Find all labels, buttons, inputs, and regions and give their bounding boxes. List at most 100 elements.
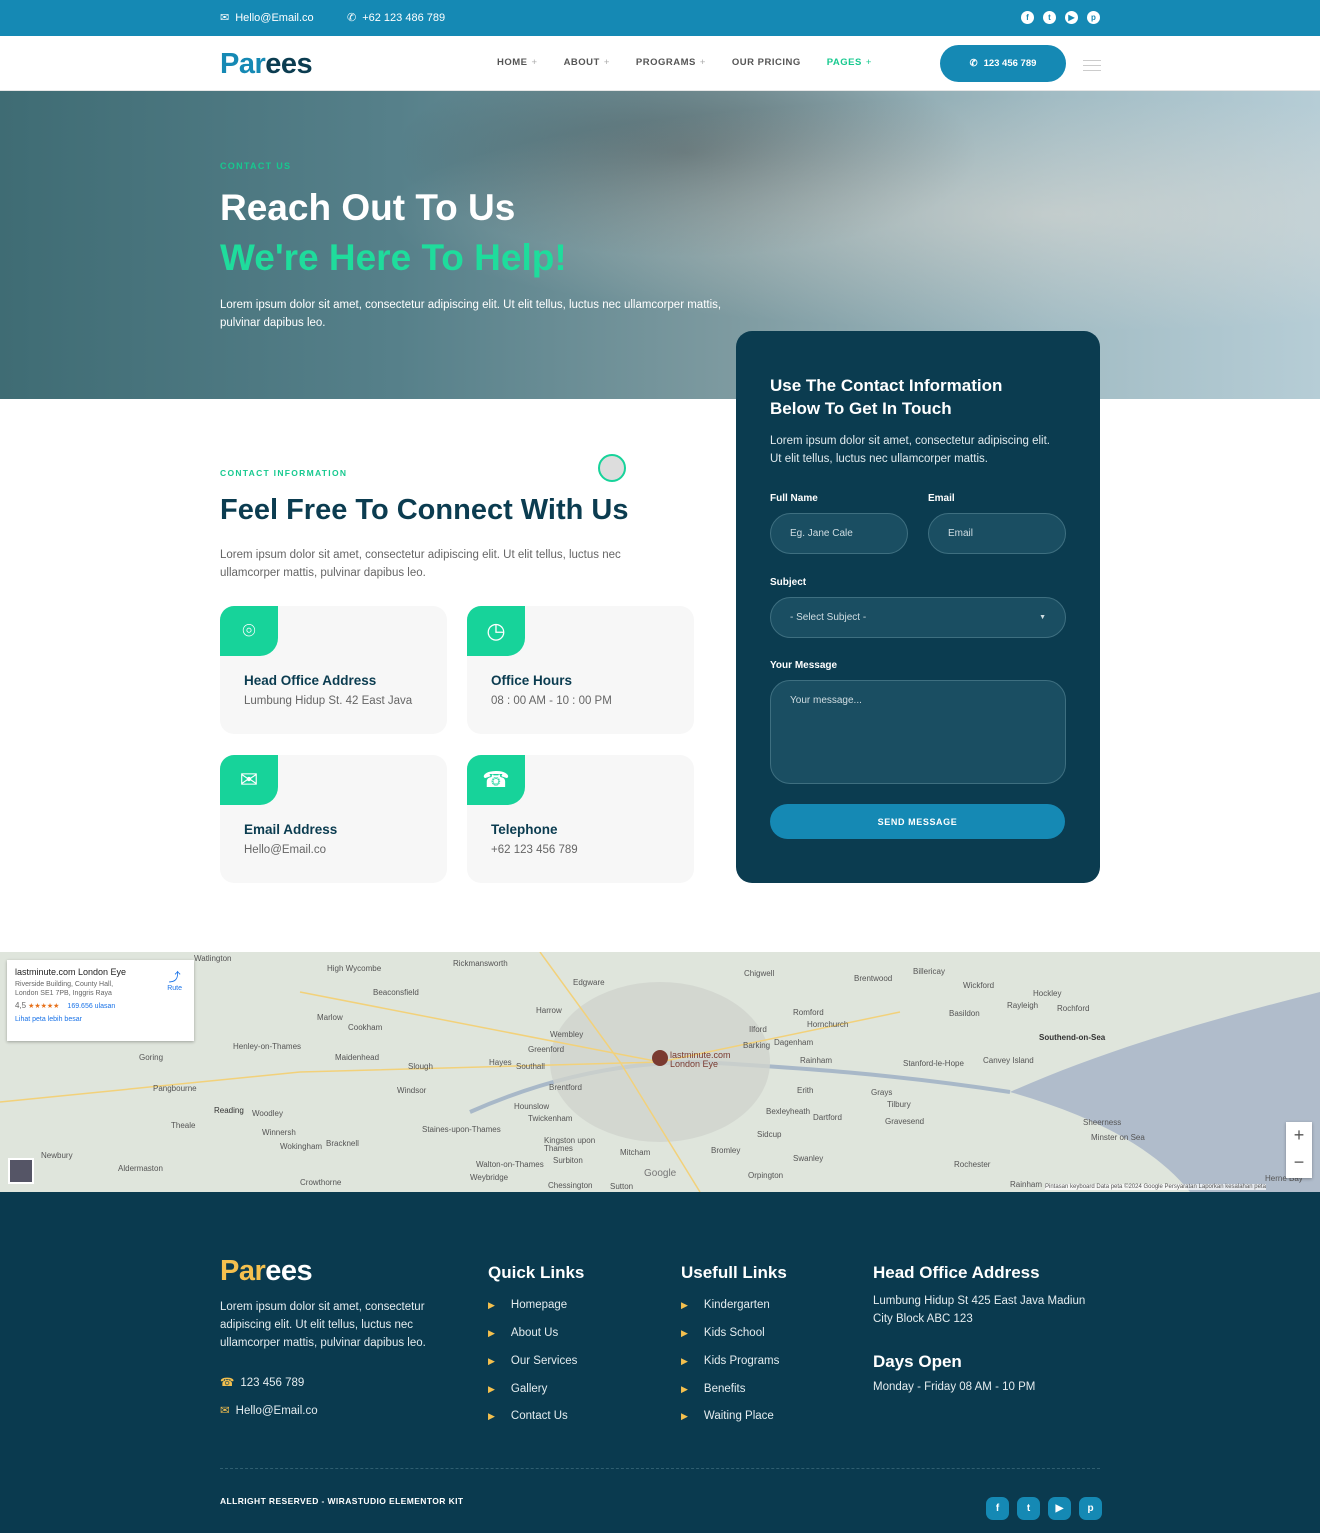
- top-email-text: Hello@Email.co: [235, 11, 314, 24]
- link-label: Our Services: [510, 1355, 578, 1367]
- map-label: Rayleigh: [1007, 1001, 1039, 1010]
- map-label: Wembley: [550, 1030, 584, 1039]
- caret-right-icon: ▶: [681, 1300, 688, 1310]
- map-label: Sheerness: [1083, 1118, 1122, 1127]
- subject-value: - Select Subject -: [790, 612, 867, 623]
- useful-link[interactable]: ▶ Kindergarten: [681, 1299, 770, 1311]
- telephone-icon: ☎: [467, 755, 525, 805]
- map-label: Goring: [139, 1053, 164, 1062]
- quick-link[interactable]: ▶ About Us: [488, 1327, 558, 1339]
- quick-link[interactable]: ▶ Homepage: [488, 1299, 567, 1311]
- full-name-input[interactable]: Eg. Jane Cale: [770, 513, 908, 554]
- facebook-icon[interactable]: f: [1021, 11, 1034, 24]
- caret-right-icon: ▶: [488, 1356, 495, 1366]
- nav-label: HOME: [497, 57, 528, 68]
- youtube-icon[interactable]: ▶: [1048, 1497, 1071, 1520]
- map-label: Hockley: [1033, 989, 1062, 998]
- top-email[interactable]: ✉ Hello@Email.co: [220, 11, 314, 25]
- map-label: Woodley: [252, 1109, 283, 1118]
- link-label: Contact Us: [510, 1410, 568, 1422]
- map-attribution[interactable]: Pintasan keyboard Data peta ©2024 Google…: [1045, 1184, 1266, 1190]
- nav-programs[interactable]: PROGRAMS +: [636, 57, 706, 68]
- hamburger-menu-icon[interactable]: [1083, 56, 1101, 75]
- envelope-icon: ✉: [220, 12, 230, 24]
- map-label: Staines-upon-Thames: [422, 1125, 501, 1134]
- map-label: Henley-on-Thames: [233, 1042, 302, 1051]
- logo[interactable]: Parees: [220, 48, 313, 81]
- map-label: Dartford: [813, 1113, 842, 1122]
- contact-text: Lorem ipsum dolor sit amet, consectetur …: [220, 549, 621, 579]
- map-label: Barking: [743, 1041, 771, 1050]
- map-label: Greenford: [528, 1045, 565, 1054]
- nav-home[interactable]: HOME +: [497, 57, 538, 68]
- quick-link[interactable]: ▶ Our Services: [488, 1355, 577, 1367]
- map-label: Winnersh: [262, 1128, 296, 1137]
- footer-email[interactable]: Hello@Email.co: [236, 1405, 318, 1417]
- hero-text: Lorem ipsum dolor sit amet, consectetur …: [220, 299, 722, 329]
- zoom-out-button[interactable]: −: [1286, 1149, 1312, 1176]
- satellite-toggle[interactable]: [8, 1158, 34, 1184]
- facebook-icon[interactable]: f: [986, 1497, 1009, 1520]
- map-label: Canvey Island: [983, 1056, 1034, 1065]
- map[interactable]: Watlington High Wycombe Rickmansworth Ed…: [0, 952, 1320, 1192]
- map-label: Hornchurch: [807, 1020, 849, 1029]
- top-phone[interactable]: ✆ +62 123 486 789: [347, 11, 445, 25]
- message-textarea[interactable]: Your message...: [770, 680, 1066, 784]
- google-logo: Google: [644, 1168, 677, 1179]
- map-label: Beaconsfield: [373, 988, 419, 997]
- call-button[interactable]: ✆ 123 456 789: [940, 45, 1066, 82]
- map-label: Brentwood: [854, 974, 893, 983]
- youtube-icon[interactable]: ▶: [1065, 11, 1078, 24]
- info-card-telephone: ☎ Telephone +62 123 456 789: [467, 755, 694, 883]
- map-label: Wokingham: [280, 1142, 323, 1151]
- map-marker-label[interactable]: lastminute.com London Eye: [670, 1051, 750, 1069]
- useful-link[interactable]: ▶ Waiting Place: [681, 1410, 774, 1422]
- info-card-address: ⌾ Head Office Address Lumbung Hidup St. 42…: [220, 606, 447, 734]
- pinterest-icon[interactable]: p: [1087, 11, 1100, 24]
- useful-link[interactable]: ▶ Kids Programs: [681, 1355, 779, 1367]
- phone-icon: ✆: [969, 58, 978, 69]
- twitter-icon[interactable]: t: [1017, 1497, 1040, 1520]
- map-label: Bromley: [711, 1146, 741, 1155]
- caret-right-icon: ▶: [681, 1384, 688, 1394]
- nav-pages[interactable]: PAGES +: [827, 57, 872, 68]
- useful-link[interactable]: ▶ Benefits: [681, 1383, 745, 1395]
- pinterest-icon[interactable]: p: [1079, 1497, 1102, 1520]
- contact-form-card: Use The Contact Information Below To Get…: [736, 331, 1100, 883]
- info-value: Hello@Email.co: [244, 844, 326, 856]
- zoom-controls: + −: [1286, 1122, 1312, 1178]
- nav-label: PAGES: [826, 57, 862, 68]
- main-nav: Parees HOME + ABOUT + PROGRAMS + OUR PRICIN…: [0, 36, 1320, 91]
- info-value: Lumbung Hidup St. 42 East Java: [244, 695, 413, 707]
- map-label: Cookham: [348, 1023, 383, 1032]
- days-open-title: Days Open: [873, 1352, 962, 1371]
- send-message-button[interactable]: SEND MESSAGE: [770, 804, 1065, 839]
- link-label: Kids School: [703, 1327, 765, 1339]
- subject-select[interactable]: - Select Subject - ▼: [770, 597, 1066, 638]
- subject-label: Subject: [770, 577, 807, 588]
- map-label: Mitcham: [620, 1148, 651, 1157]
- email-input[interactable]: Email: [928, 513, 1066, 554]
- email-icon: ✉: [220, 1405, 230, 1417]
- twitter-icon[interactable]: t: [1043, 11, 1056, 24]
- useful-link[interactable]: ▶ Kids School: [681, 1327, 765, 1339]
- place-reviews[interactable]: 169.656 ulasan: [67, 1003, 115, 1010]
- map-label: Chigwell: [744, 969, 775, 978]
- contact-eyebrow: CONTACT INFORMATION: [220, 468, 348, 478]
- nav-about[interactable]: ABOUT +: [564, 57, 610, 68]
- footer-phone[interactable]: 123 456 789: [240, 1377, 304, 1389]
- directions-icon: ⤴: [168, 970, 181, 984]
- nav-pricing[interactable]: OUR PRICING: [732, 57, 801, 68]
- footer-logo[interactable]: Parees: [220, 1255, 313, 1288]
- quick-link[interactable]: ▶ Gallery: [488, 1383, 547, 1395]
- zoom-in-button[interactable]: +: [1286, 1122, 1312, 1149]
- directions-button[interactable]: ⤴ Rute: [167, 968, 182, 992]
- map-label: Hounslow: [514, 1102, 550, 1111]
- quick-link[interactable]: ▶ Contact Us: [488, 1410, 568, 1422]
- map-canvas: [0, 952, 1320, 1192]
- link-label: Kids Programs: [703, 1355, 780, 1367]
- info-title: Telephone: [491, 822, 558, 837]
- map-label: Rainham: [1010, 1180, 1043, 1189]
- view-larger-map-link[interactable]: Lihat peta lebih besar: [15, 1016, 186, 1023]
- form-text: Lorem ipsum dolor sit amet, consectetur …: [770, 435, 1050, 465]
